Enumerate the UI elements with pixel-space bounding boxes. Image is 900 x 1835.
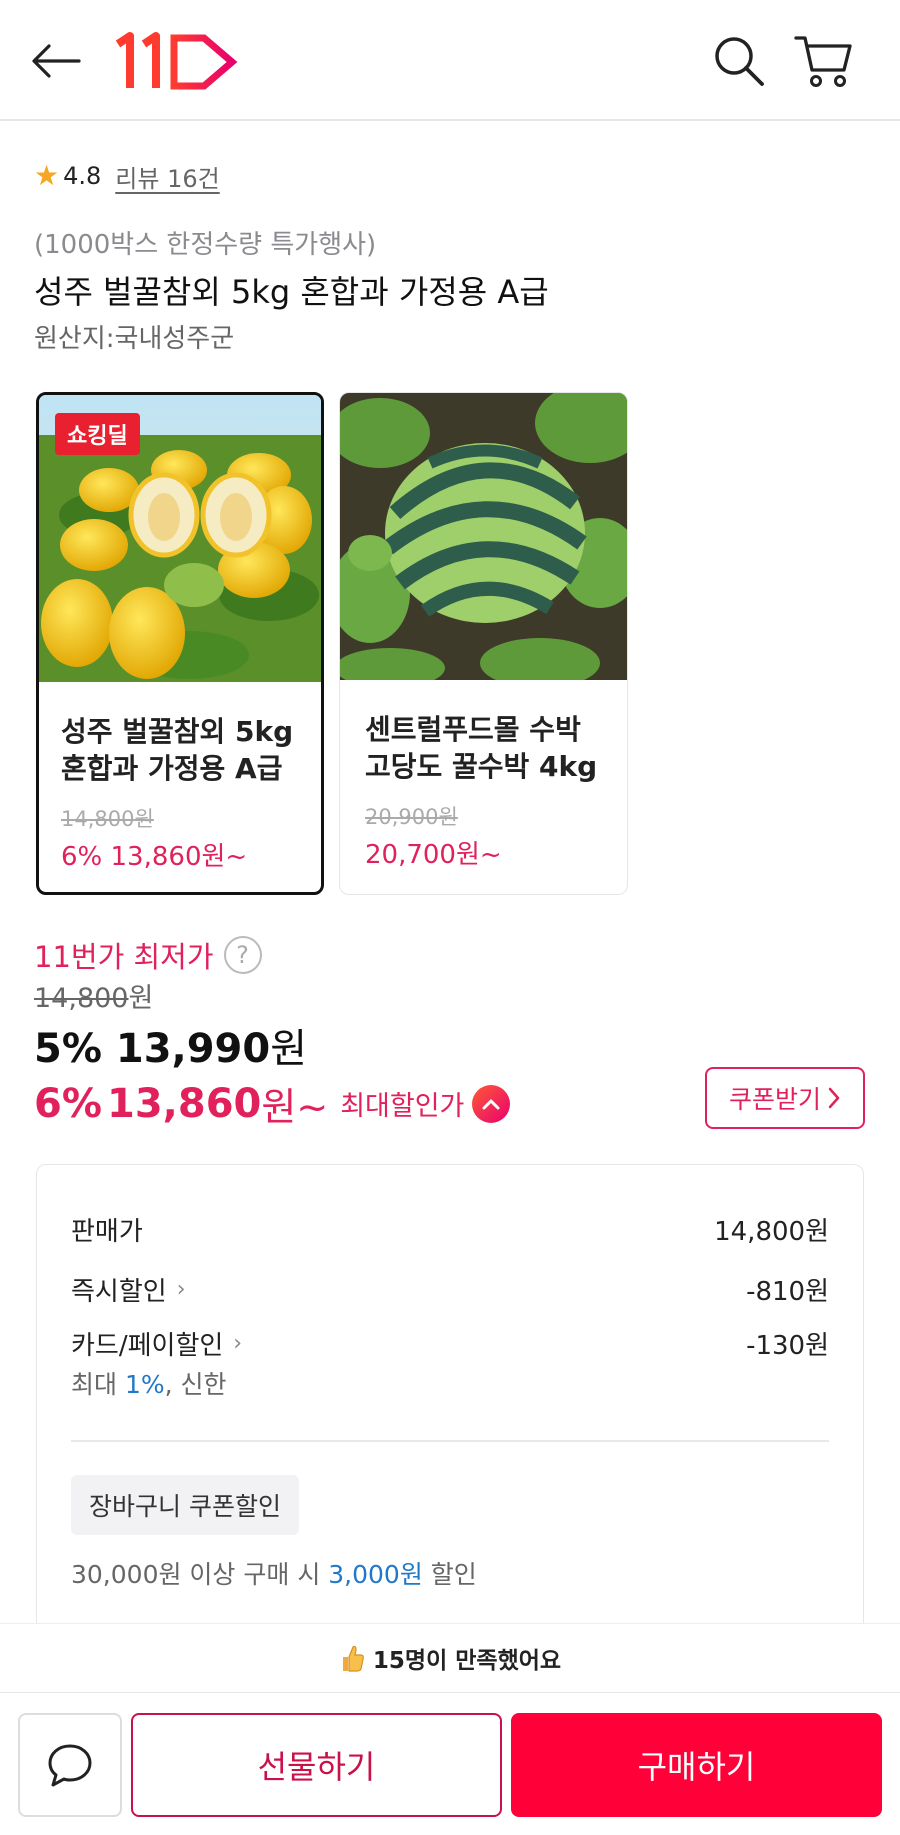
rating-score: 4.8 bbox=[63, 162, 102, 190]
satisfaction-banner: 15명이 만족했어요 bbox=[0, 1623, 900, 1692]
gift-button[interactable]: 선물하기 bbox=[131, 1713, 502, 1817]
basket-amount: 3,000원 bbox=[328, 1560, 423, 1589]
max-discount-price: 6% 13,860 원~ 최대할인가 bbox=[34, 1076, 511, 1131]
chat-button[interactable] bbox=[18, 1713, 122, 1817]
11st-logo[interactable] bbox=[112, 30, 238, 92]
lowest-price-text: 11번가 최저가 bbox=[34, 940, 214, 974]
search-icon bbox=[715, 37, 764, 86]
max-discount-label: 최대할인가 bbox=[340, 1091, 465, 1122]
chevron-right-icon: › bbox=[233, 1331, 243, 1356]
price-breakdown-panel: 판매가 14,800원 즉시할인 › -810원 카드/페이할인 › -130원… bbox=[36, 1164, 864, 1684]
chevron-up-icon[interactable] bbox=[472, 1084, 511, 1123]
option-name: 센트럴푸드몰 수박 고당도 꿀수박 4kg bbox=[365, 713, 598, 783]
max-unit: 원~ bbox=[261, 1085, 329, 1129]
list-price-row: 판매가 14,800원 bbox=[71, 1211, 829, 1248]
max-percent: 6% bbox=[34, 1080, 102, 1127]
list-price-value: 14,800원 bbox=[714, 1217, 829, 1247]
original-price-amount: 14,800 bbox=[34, 983, 129, 1014]
promo-text: (1000박스 한정수량 특가행사) bbox=[34, 230, 377, 260]
card-discount-label: 카드/페이할인 bbox=[71, 1331, 224, 1361]
satisfaction-text: 15명이 만족했어요 bbox=[372, 1648, 562, 1674]
cart-icon bbox=[794, 36, 852, 87]
shocking-deal-badge: 쇼킹딜 bbox=[55, 413, 140, 455]
divider bbox=[71, 1440, 829, 1442]
get-coupon-label: 쿠폰받기 bbox=[728, 1085, 821, 1114]
sale-price: 5% 13,990원 bbox=[34, 1016, 307, 1074]
card-sub-suffix: , 신한 bbox=[164, 1370, 227, 1399]
thumbs-up-icon bbox=[342, 1645, 364, 1672]
sale-unit: 원 bbox=[270, 1026, 308, 1072]
review-count-link[interactable]: 리뷰 16건 bbox=[115, 159, 219, 194]
option-card-chamoe[interactable]: 쇼킹딜 성주 벌꿀참외 5kg 혼합과 가정용 A급 14,800원 6% 13… bbox=[36, 392, 324, 895]
sale-amount: 13,990 bbox=[115, 1026, 271, 1072]
instant-discount-value: -810원 bbox=[746, 1277, 829, 1307]
bottom-action-bar: 선물하기 구매하기 bbox=[0, 1692, 900, 1835]
top-app-bar bbox=[0, 0, 900, 121]
instant-discount-label: 즉시할인 bbox=[71, 1277, 167, 1307]
buy-button[interactable]: 구매하기 bbox=[511, 1713, 882, 1817]
sale-percent: 5% bbox=[34, 1026, 102, 1072]
cart-button[interactable] bbox=[792, 30, 856, 92]
max-amount: 13,860 bbox=[107, 1080, 262, 1127]
card-discount-row[interactable]: 카드/페이할인 › -130원 bbox=[71, 1325, 829, 1362]
option-name: 성주 벌꿀참외 5kg 혼합과 가정용 A급 bbox=[61, 715, 294, 785]
list-price-label: 판매가 bbox=[71, 1217, 143, 1247]
option-card-watermelon[interactable]: 센트럴푸드몰 수박 고당도 꿀수박 4kg 20,900원 20,700원~ bbox=[339, 392, 628, 895]
chat-bubble-icon bbox=[48, 1744, 92, 1787]
lowest-price-label: 11번가 최저가 ? bbox=[34, 934, 262, 976]
help-icon[interactable]: ? bbox=[223, 936, 262, 974]
chevron-right-icon bbox=[828, 1087, 840, 1109]
card-sub-prefix: 최대 bbox=[71, 1370, 125, 1399]
card-sub-percent: 1% bbox=[124, 1370, 165, 1399]
basket-coupon-chip: 장바구니 쿠폰할인 bbox=[71, 1475, 299, 1535]
get-coupon-button[interactable]: 쿠폰받기 bbox=[705, 1067, 865, 1129]
star-icon: ★ bbox=[34, 159, 60, 192]
original-price-unit: 원 bbox=[128, 983, 154, 1014]
chamoe-image: 쇼킹딜 bbox=[39, 395, 321, 682]
arrow-left-icon bbox=[32, 44, 81, 78]
option-price: 20,700원~ bbox=[365, 840, 502, 870]
product-origin: 원산지:국내성주군 bbox=[34, 324, 235, 354]
card-discount-value: -130원 bbox=[746, 1331, 829, 1361]
basket-suffix: 할인 bbox=[422, 1560, 477, 1589]
product-title: 성주 벌꿀참외 5kg 혼합과 가정용 A급 bbox=[34, 273, 549, 311]
watermelon-image bbox=[340, 393, 627, 680]
basket-coupon-description: 30,000원 이상 구매 시 3,000원 할인 bbox=[71, 1555, 477, 1591]
instant-discount-row[interactable]: 즉시할인 › -810원 bbox=[71, 1271, 829, 1308]
option-original-price: 14,800원 bbox=[61, 807, 154, 831]
option-price: 6% 13,860원~ bbox=[61, 842, 248, 872]
chevron-right-icon: › bbox=[176, 1277, 186, 1302]
option-original-price: 20,900원 bbox=[365, 805, 458, 829]
rating-summary: ★ 4.8 리뷰 16건 bbox=[34, 158, 220, 194]
original-price: 14,800원 bbox=[34, 976, 153, 1015]
card-discount-detail: 최대 1%, 신한 bbox=[71, 1365, 227, 1401]
search-button[interactable] bbox=[708, 30, 770, 92]
back-button[interactable] bbox=[28, 36, 84, 86]
basket-prefix: 30,000원 이상 구매 시 bbox=[71, 1560, 329, 1589]
